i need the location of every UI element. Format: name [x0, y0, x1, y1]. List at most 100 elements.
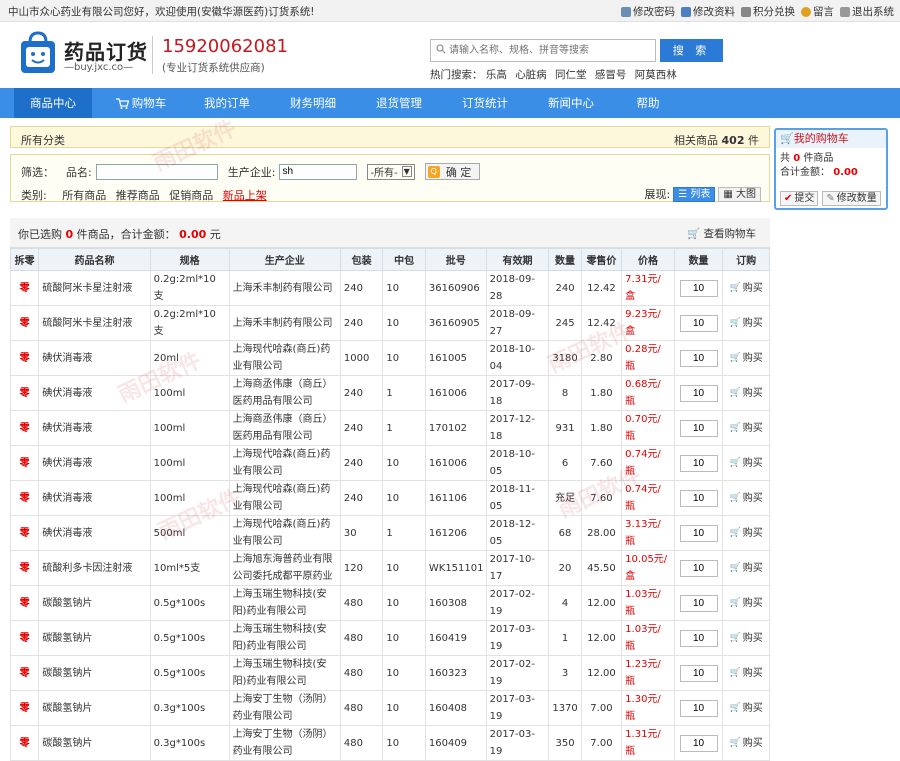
cell-price: 0.74元/瓶	[621, 480, 675, 516]
view-list-button[interactable]: ☰ 列表	[673, 186, 716, 202]
search-button[interactable]: 搜 索	[660, 39, 723, 62]
cell-exp: 2017-02-19	[485, 655, 550, 691]
cell-order-qty	[673, 690, 724, 726]
nav-my-orders[interactable]: 我的订单	[192, 88, 262, 118]
buy-button[interactable]: 🛒 购买	[730, 560, 763, 577]
cell-name: 硫酸阿米卡星注射液	[38, 270, 151, 306]
buy-button[interactable]: 🛒 购买	[730, 420, 763, 437]
cell-exp: 2018-10-05	[485, 445, 550, 481]
logout-link[interactable]: 退出系统	[840, 4, 894, 19]
hot-term[interactable]: 感冒号	[595, 69, 627, 81]
cell-mfr: 上海现代哈森(商丘)药业有限公司	[228, 480, 341, 516]
change-password-link[interactable]: 修改密码	[621, 4, 675, 19]
cart-add-icon: 🛒	[729, 563, 741, 573]
nav-help[interactable]: 帮助	[620, 88, 676, 118]
quantity-input[interactable]	[679, 524, 718, 542]
cell-qty: 4	[548, 585, 582, 621]
quantity-input[interactable]	[679, 419, 718, 437]
edit-profile-link[interactable]: 修改资料	[681, 4, 735, 19]
buy-button[interactable]: 🛒 购买	[730, 630, 763, 647]
cell-spec: 500ml	[149, 515, 230, 551]
cell-exp: 2018-11-05	[485, 480, 550, 516]
quantity-input[interactable]	[679, 629, 718, 647]
nav-cart[interactable]: 购物车	[104, 88, 178, 118]
cell-mid: 10	[382, 305, 426, 341]
cell-buy: 🛒 购买	[722, 340, 770, 376]
breadcrumb: 所有分类 相关商品 402 件	[10, 126, 770, 148]
nav-order-stats[interactable]: 订货统计	[450, 88, 520, 118]
cell-pack: 240	[339, 305, 384, 341]
buy-button[interactable]: 🛒 购买	[730, 700, 763, 717]
product-name-input[interactable]	[95, 163, 218, 180]
manufacturer-input[interactable]	[279, 163, 358, 180]
quantity-input[interactable]	[679, 349, 718, 367]
header-divider	[152, 36, 153, 74]
nav-news[interactable]: 新闻中心	[536, 88, 606, 118]
buy-button[interactable]: 🛒 购买	[730, 315, 763, 332]
buy-button[interactable]: 🛒 购买	[730, 490, 763, 507]
category-new[interactable]: 新品上架	[223, 189, 267, 202]
buy-button[interactable]: 🛒 购买	[730, 280, 763, 297]
col-header: 零售价	[580, 248, 623, 271]
cell-name: 碘伏消毒液	[38, 410, 151, 446]
category-all[interactable]: 所有分类	[21, 132, 65, 148]
nav-finance[interactable]: 财务明细	[278, 88, 348, 118]
hot-term[interactable]: 阿莫西林	[635, 69, 677, 81]
cell-buy: 🛒 购买	[722, 620, 770, 656]
quantity-input[interactable]	[679, 559, 718, 577]
cart-add-icon: 🛒	[729, 493, 741, 503]
category-promotion[interactable]: 促销商品	[169, 189, 213, 202]
buy-button[interactable]: 🛒 购买	[730, 595, 763, 612]
buy-button[interactable]: 🛒 购买	[730, 455, 763, 472]
category-recommended[interactable]: 推荐商品	[116, 189, 160, 202]
buy-button[interactable]: 🛒 购买	[730, 385, 763, 402]
col-header: 数量	[548, 248, 582, 271]
buy-button[interactable]: 🛒 购买	[730, 525, 763, 542]
mini-cart: 🛒我的购物车 共 0 件商品 合计金额： 0.00 ✔ 提交 ✎ 修改数量	[774, 128, 888, 210]
buy-button[interactable]: 🛒 购买	[730, 665, 763, 682]
cell-qty: 6	[548, 445, 582, 481]
modify-quantity-button[interactable]: ✎ 修改数量	[822, 191, 881, 206]
cell-z: 零	[9, 515, 40, 551]
quantity-input[interactable]	[679, 734, 718, 752]
cell-spec: 0.5g*100s	[149, 585, 230, 621]
buy-button[interactable]: 🛒 购买	[730, 735, 763, 752]
message-link[interactable]: 留言	[801, 4, 834, 19]
cell-qty: 245	[548, 305, 582, 341]
view-grid-button[interactable]: ▦ 大图	[718, 186, 761, 202]
hot-term[interactable]: 同仁堂	[555, 69, 587, 81]
search-input[interactable]	[430, 39, 656, 62]
quantity-input[interactable]	[679, 664, 718, 682]
confirm-button[interactable]: Q 确 定	[424, 163, 481, 180]
submit-button[interactable]: ✔ 提交	[780, 191, 819, 206]
buy-button[interactable]: 🛒 购买	[730, 350, 763, 367]
quantity-input[interactable]	[679, 279, 718, 297]
cell-buy: 🛒 购买	[722, 445, 770, 481]
quantity-input[interactable]	[679, 699, 718, 717]
cell-mfr: 上海玉瑞生物科技(安阳)药业有限公司	[228, 585, 341, 621]
table-row: 零硫酸阿米卡星注射液 0.2g:2ml*10支 上海禾丰制药有限公司 240 10 361…	[9, 270, 770, 306]
cell-spec: 0.5g*100s	[149, 620, 230, 656]
product-rows: 零硫酸阿米卡星注射液 0.2g:2ml*10支 上海禾丰制药有限公司 240 10 361…	[9, 270, 770, 761]
quantity-input[interactable]	[679, 384, 718, 402]
view-cart-link[interactable]: 🛒 查看购物车	[687, 226, 756, 241]
quantity-input[interactable]	[679, 594, 718, 612]
quantity-input[interactable]	[679, 454, 718, 472]
cell-name: 碳酸氢钠片	[38, 690, 151, 726]
cart-add-icon: 🛒	[729, 283, 741, 293]
nav-returns[interactable]: 退货管理	[364, 88, 434, 118]
quantity-input[interactable]	[679, 314, 718, 332]
header: 药品订货 —buy.jxc.co— 15920062081 (专业订货系统供应商…	[0, 22, 900, 86]
quantity-input[interactable]	[679, 489, 718, 507]
cell-qty: 68	[548, 515, 582, 551]
hot-term[interactable]: 乐高	[486, 69, 507, 81]
manufacturer-select[interactable]: -所有- ▼	[367, 163, 415, 180]
nav-product-center[interactable]: 商品中心	[14, 88, 92, 118]
col-header: 中包	[382, 248, 426, 271]
cell-qty: 240	[548, 270, 582, 306]
points-exchange-link[interactable]: 积分兑换	[741, 4, 795, 19]
hot-term[interactable]: 心脏病	[515, 69, 547, 81]
cell-qty: 1	[548, 620, 582, 656]
cell-mid: 10	[382, 725, 426, 761]
category-all-products[interactable]: 所有商品	[62, 189, 106, 202]
